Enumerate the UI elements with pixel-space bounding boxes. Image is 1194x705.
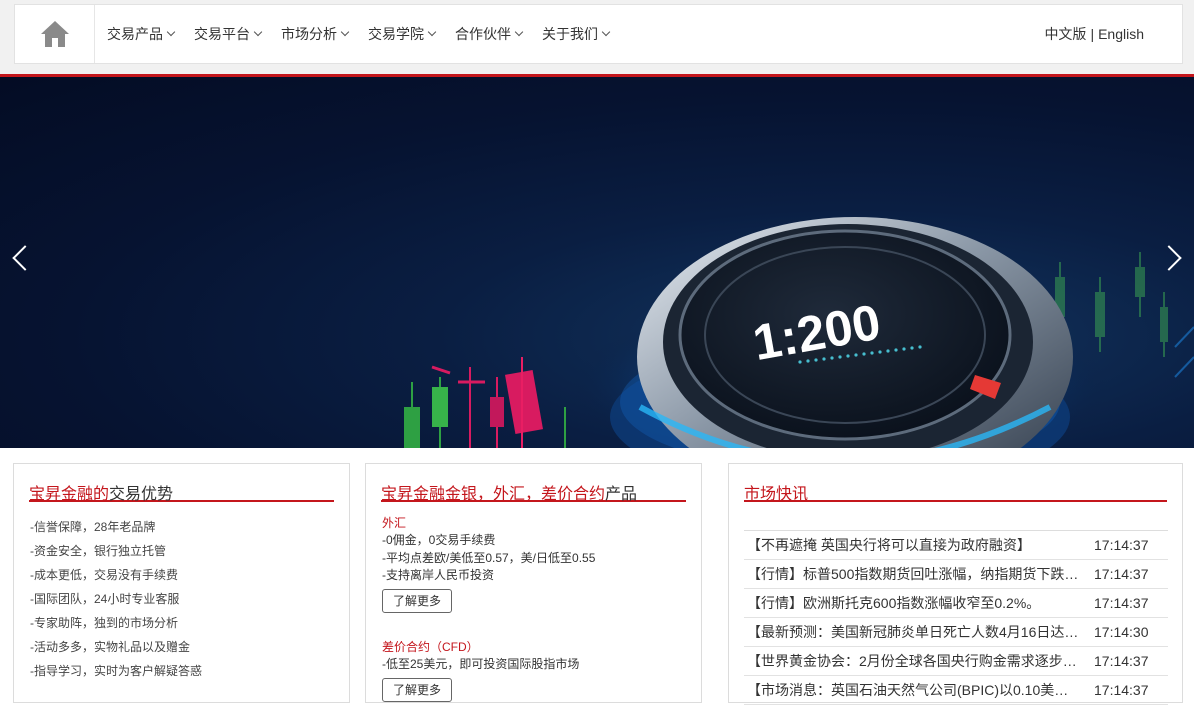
chevron-down-icon <box>514 27 524 37</box>
news-item-time: 17:14:30 <box>1094 624 1149 640</box>
lang-separator: | <box>1090 26 1095 42</box>
product-cfd-line: -低至25美元，即可投资国际股指市场 <box>382 657 580 671</box>
news-item[interactable]: 【行情】欧洲斯托克600指数涨幅收窄至0.2%。 17:14:37 <box>744 589 1168 618</box>
advantages-panel: 宝昇金融的交易优势 -信誉保障，28年老品牌 -资金安全，银行独立托管 -成本更… <box>13 463 350 703</box>
product-fx-line: -支持离岸人民币投资 <box>382 568 494 582</box>
news-panel: 市场快讯 【不再遮掩 英国央行将可以直接为政府融资】 17:14:37 【行情】… <box>728 463 1183 705</box>
product-cfd-name: 差价合约（CFD） <box>382 640 479 654</box>
news-item-title: 【行情】标普500指数期货回吐涨幅，纳指期货下跌0.3% <box>747 566 1080 582</box>
hero-banner[interactable]: 1:200 <box>0 77 1194 448</box>
news-item[interactable]: 【不再遮掩 英国央行将可以直接为政府融资】 17:14:37 <box>744 531 1168 560</box>
nav-item-about[interactable]: 关于我们 <box>542 24 611 44</box>
advantages-title-brand: 宝昇金融的 <box>29 486 110 503</box>
advantages-list: -信誉保障，28年老品牌 -资金安全，银行独立托管 -成本更低，交易没有手续费 … <box>30 519 202 687</box>
news-item-title: 【市场消息：英国石油天然气公司(BPIC)以0.10美元/股…】 <box>747 682 1080 698</box>
home-icon <box>40 21 69 47</box>
list-item: -活动多多，实物礼品以及赠金 <box>30 640 190 654</box>
nav-item-label: 交易平台 <box>194 26 250 42</box>
news-item-title: 【世界黄金协会：2月份全球各国央行购金需求逐步放缓】 <box>747 653 1080 669</box>
product-fx-name: 外汇 <box>382 516 407 530</box>
product-fx-line: -0佣金，0交易手续费 <box>382 533 496 547</box>
advantages-title-rest: 交易优势 <box>109 486 174 503</box>
site-header: 交易产品 交易平台 市场分析 交易学院 合作伙伴 关于我们 中文版 | Engl… <box>0 0 1194 77</box>
nav-item-label: 交易学院 <box>368 26 424 42</box>
nav-item-platform[interactable]: 交易平台 <box>194 24 263 44</box>
news-list: 【不再遮掩 英国央行将可以直接为政府融资】 17:14:37 【行情】标普500… <box>744 530 1168 705</box>
cfd-learn-more-button[interactable]: 了解更多 <box>382 677 453 702</box>
nav-item-products[interactable]: 交易产品 <box>107 24 176 44</box>
list-item: -国际团队，24小时专业客服 <box>30 592 180 606</box>
products-title-brand: 宝昇金融金银，外汇，差价合约 <box>381 486 606 503</box>
nav-item-partners[interactable]: 合作伙伴 <box>455 24 524 44</box>
list-item: -信誉保障，28年老品牌 <box>30 520 156 534</box>
language-switcher: 中文版 | English <box>1044 5 1144 63</box>
nav-item-label: 市场分析 <box>281 26 337 42</box>
lang-chinese-link[interactable]: 中文版 <box>1044 24 1086 44</box>
news-item[interactable]: 【市场消息：英国石油天然气公司(BPIC)以0.10美元/股…】 17:14:3… <box>744 676 1168 705</box>
products-title-rest: 产品 <box>605 486 638 503</box>
news-item[interactable]: 【行情】标普500指数期货回吐涨幅，纳指期货下跌0.3% 17:14:37 <box>744 560 1168 589</box>
news-item-title: 【最新预测：美国新冠肺炎单日死亡人数4月16日达到峰值】 <box>747 624 1080 640</box>
list-item: -专家助阵，独到的市场分析 <box>30 616 178 630</box>
fx-learn-more-button[interactable]: 了解更多 <box>382 588 453 613</box>
chevron-down-icon <box>166 27 176 37</box>
candlestick-art <box>404 357 566 448</box>
chevron-down-icon <box>427 27 437 37</box>
banner-artwork: 1:200 <box>404 217 1194 448</box>
chevron-down-icon <box>340 27 350 37</box>
products-title: 宝昇金融金银，外汇，差价合约产品 <box>381 480 686 503</box>
list-item: -成本更低，交易没有手续费 <box>30 568 178 582</box>
news-title: 市场快讯 <box>744 480 1167 503</box>
products-panel: 宝昇金融金银，外汇，差价合约产品 外汇 -0佣金，0交易手续费 -平均点差欧/美… <box>365 463 702 703</box>
chevron-down-icon <box>253 27 263 37</box>
news-title-text: 市场快讯 <box>744 486 809 503</box>
product-fx-line: -平均点差欧/美低至0.57，美/日低至0.55 <box>382 550 596 565</box>
nav-item-label: 关于我们 <box>542 26 598 42</box>
nav-item-academy[interactable]: 交易学院 <box>368 24 437 44</box>
header-bar: 交易产品 交易平台 市场分析 交易学院 合作伙伴 关于我们 中文版 | Engl… <box>14 4 1183 64</box>
news-item-title: 【行情】欧洲斯托克600指数涨幅收窄至0.2%。 <box>747 595 1041 611</box>
list-item: -指导学习，实时为客户解疑答惑 <box>30 664 202 678</box>
chevron-down-icon <box>601 27 611 37</box>
list-item: -资金安全，银行独立托管 <box>30 544 166 558</box>
news-item-time: 17:14:37 <box>1094 595 1149 611</box>
news-item-time: 17:14:37 <box>1094 566 1149 582</box>
nav-item-analysis[interactable]: 市场分析 <box>281 24 350 44</box>
product-cfd: 差价合约（CFD） -低至25美元，即可投资国际股指市场 了解更多 <box>382 638 689 702</box>
nav-item-label: 合作伙伴 <box>455 26 511 42</box>
news-item[interactable]: 【最新预测：美国新冠肺炎单日死亡人数4月16日达到峰值】 17:14:30 <box>744 618 1168 647</box>
news-item-time: 17:14:37 <box>1094 537 1149 553</box>
news-item[interactable]: 【世界黄金协会：2月份全球各国央行购金需求逐步放缓】 17:14:37 <box>744 647 1168 676</box>
news-item-time: 17:14:37 <box>1094 682 1149 698</box>
lang-english-link[interactable]: English <box>1098 26 1144 42</box>
news-item-title: 【不再遮掩 英国央行将可以直接为政府融资】 <box>747 537 1031 553</box>
news-item-time: 17:14:37 <box>1094 653 1149 669</box>
product-fx: 外汇 -0佣金，0交易手续费 -平均点差欧/美低至0.57，美/日低至0.55 … <box>382 514 689 613</box>
main-nav: 交易产品 交易平台 市场分析 交易学院 合作伙伴 关于我们 <box>107 5 629 63</box>
advantages-title: 宝昇金融的交易优势 <box>29 480 334 503</box>
nav-item-label: 交易产品 <box>107 26 163 42</box>
home-button[interactable] <box>15 5 95 63</box>
